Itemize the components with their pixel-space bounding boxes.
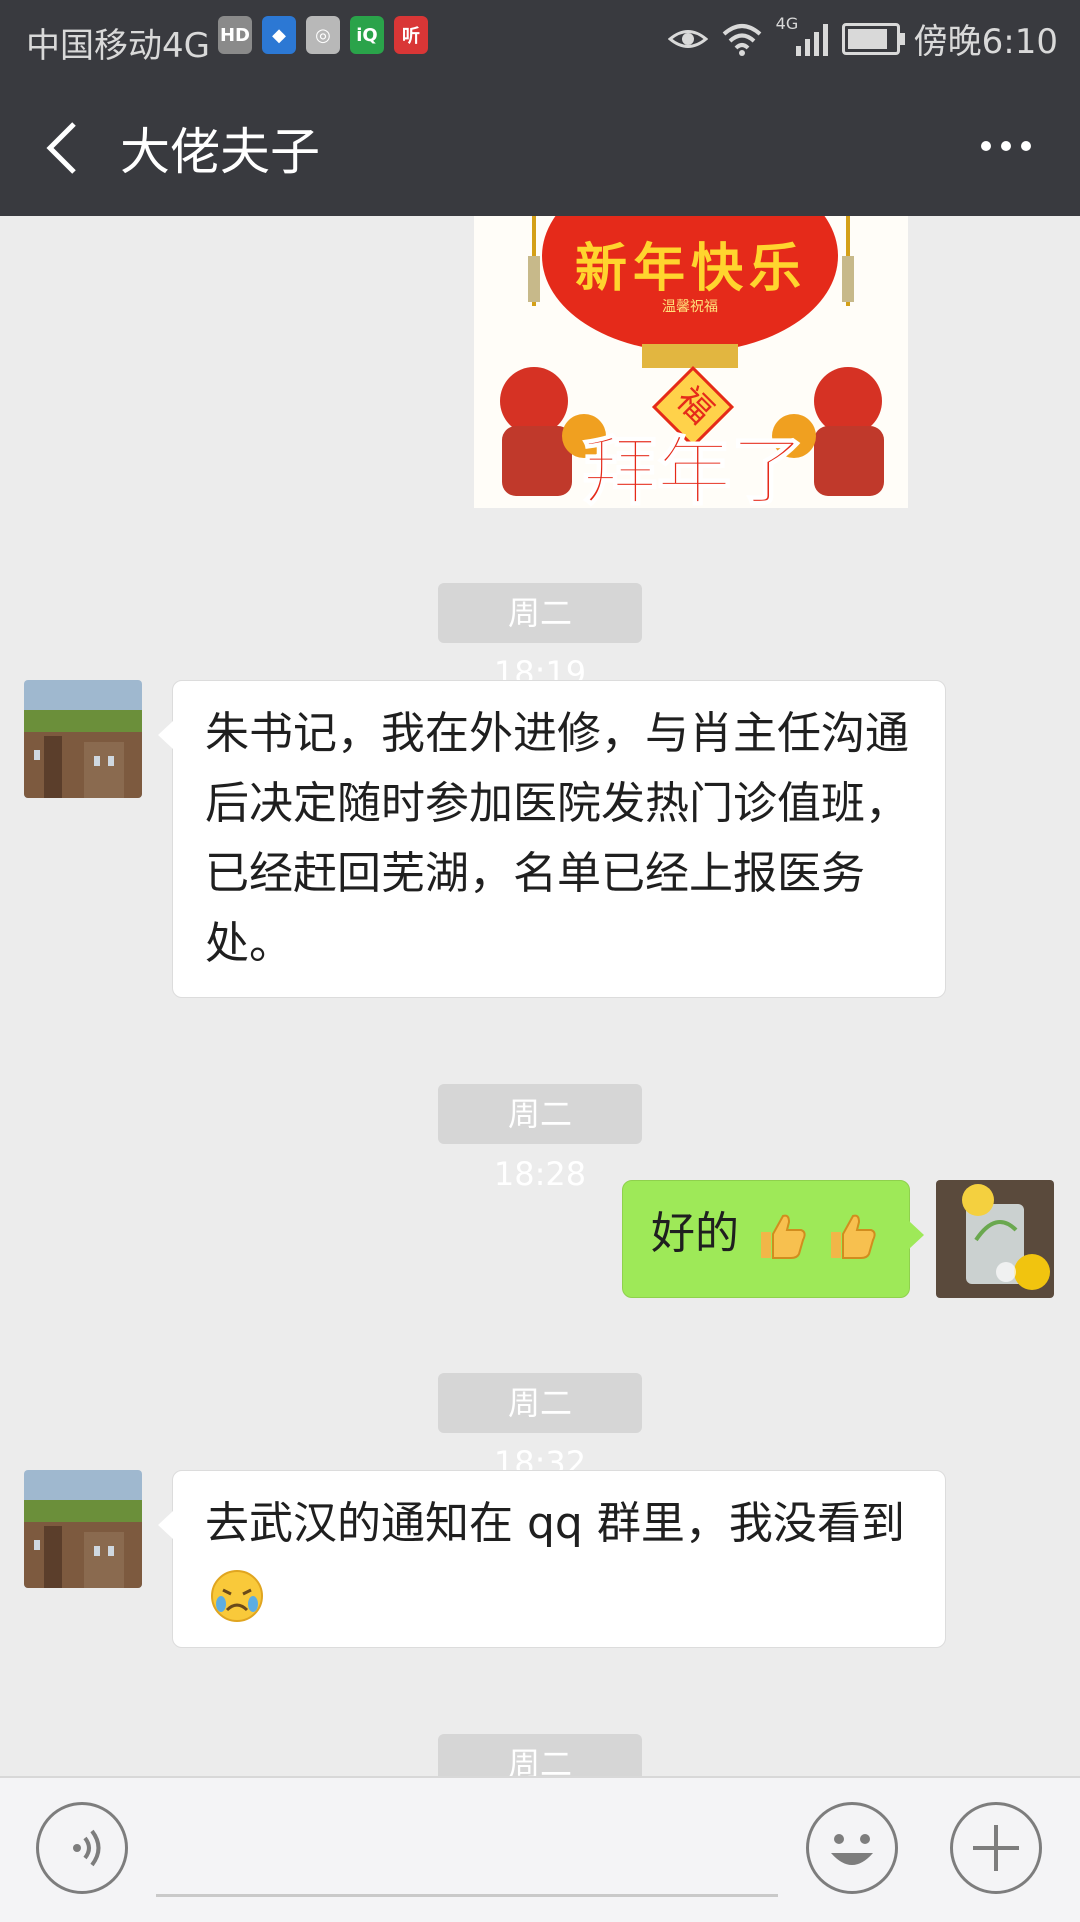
title-bar: 大佬夫子	[0, 76, 1080, 216]
listen-app-icon: 听	[394, 16, 428, 54]
eye-icon	[667, 29, 708, 48]
wifi-icon	[722, 23, 761, 56]
incoming-message-bubble[interactable]: 朱书记，我在外进修，与肖主任沟通后决定随时参加医院发热门诊值班，已经赶回芜湖，名…	[158, 680, 946, 998]
outgoing-message-bubble[interactable]: 好的	[622, 1180, 924, 1298]
iqiyi-app-icon: iQ	[350, 16, 384, 54]
battery-icon	[841, 22, 905, 55]
back-arrow-icon[interactable]	[40, 120, 90, 176]
thumbs-up-icon	[761, 1214, 806, 1259]
sticker-subtitle-text: 温馨祝福	[662, 299, 718, 315]
status-right: 4G 傍晚6:10	[667, 14, 1058, 63]
message-text: 好的	[651, 1208, 739, 1259]
message-text: 朱书记，我在外进修，与肖主任沟通后决定随时参加医院发热门诊值班，已经赶回芜湖，名…	[205, 708, 909, 969]
new-year-sticker[interactable]: 新年快乐 温馨祝福 福 拜年了	[474, 216, 908, 508]
contact-avatar[interactable]	[24, 1470, 142, 1588]
chat-title: 大佬夫子	[120, 123, 320, 181]
status-bar: 中国移动4G HD ◆ ◎ iQ 听 4G 傍晚6:10	[0, 0, 1080, 76]
hd-icon: HD	[218, 16, 252, 54]
clock-label: 傍晚6:10	[913, 22, 1058, 62]
crying-face-icon	[211, 1570, 263, 1622]
timestamp-label: 周二 18:19	[438, 583, 642, 692]
more-functions-button[interactable]	[950, 1802, 1042, 1894]
shield-app-icon: ◆	[262, 16, 296, 54]
voice-input-button[interactable]	[36, 1802, 128, 1894]
timestamp-label: 周二 18:46	[438, 1734, 642, 1776]
sticker-greeting-text: 拜年了	[582, 428, 806, 508]
my-avatar[interactable]	[936, 1180, 1054, 1298]
message-text: 去武汉的通知在 qq 群里，我没看到	[205, 1498, 905, 1549]
status-app-icons: HD ◆ ◎ iQ 听	[218, 16, 428, 54]
chat-scroll-area[interactable]: 新年快乐 温馨祝福 福 拜年了 周二 18:19 朱书记，我在外进修，与肖主任沟…	[0, 216, 1080, 1776]
voice-icon	[73, 1829, 101, 1867]
message-input[interactable]	[156, 1894, 778, 1897]
timestamp-label: 周二 18:28	[438, 1084, 642, 1193]
plus-icon	[973, 1825, 1019, 1871]
more-options-icon[interactable]	[978, 134, 1034, 158]
smiley-icon	[831, 1834, 873, 1865]
thumbs-up-icon	[831, 1214, 876, 1259]
carrier-label: 中国移动4G	[26, 26, 210, 66]
input-bar	[0, 1776, 1080, 1922]
incoming-message-bubble[interactable]: 去武汉的通知在 qq 群里，我没看到	[158, 1470, 946, 1648]
sticker-title-text: 新年快乐	[574, 238, 807, 299]
signal-icon: 4G	[776, 14, 828, 56]
network-type-label: 4G	[775, 13, 799, 33]
contact-avatar[interactable]	[24, 680, 142, 798]
emoji-button[interactable]	[806, 1802, 898, 1894]
china-mobile-app-icon: ◎	[306, 16, 340, 54]
timestamp-label: 周二 18:32	[438, 1373, 642, 1482]
